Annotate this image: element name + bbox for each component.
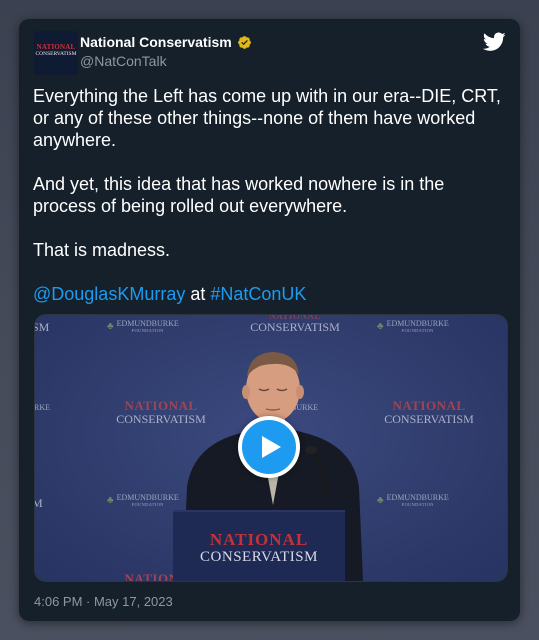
author-avatar[interactable]: NATIONAL CONSERVATISM <box>34 31 78 75</box>
tweet-timestamp[interactable]: 4:06 PM · May 17, 2023 <box>34 594 173 609</box>
podium-conservatism-text: CONSERVATISM <box>200 549 318 565</box>
play-button[interactable] <box>238 416 300 478</box>
video-player[interactable]: SM RKE M ♣ EDMUNDBURKEFOUNDATION ♣ EDMUN… <box>34 314 508 582</box>
podium: NATIONAL CONSERVATISM <box>173 510 345 581</box>
mention-link[interactable]: @DouglasKMurray <box>33 284 185 304</box>
backdrop-edge-text-3: M <box>35 495 43 512</box>
tweet-paragraph-1: Everything the Left has come up with in … <box>33 86 501 150</box>
backdrop-edge-text-1: SM <box>35 320 50 334</box>
tweet-links-line: @DouglasKMurray at #NatConUK <box>33 283 508 305</box>
twitter-bird-icon[interactable] <box>483 32 506 52</box>
tweet-card: NATIONAL CONSERVATISM National Conservat… <box>19 19 520 621</box>
tweet-paragraph-3: That is madness. <box>33 240 171 260</box>
verified-badge-icon <box>237 35 251 49</box>
play-icon <box>262 436 281 458</box>
natcon-wordmark: NATIONAL CONSERVATISM <box>384 398 474 426</box>
natcon-wordmark: NATIONAL CONSERVATISM <box>250 314 340 335</box>
tree-icon: ♣ <box>377 320 384 332</box>
tweet-paragraph-2: And yet, this idea that has worked nowhe… <box>33 174 445 216</box>
hashtag-link[interactable]: #NatConUK <box>210 284 306 304</box>
edmund-burke-logo: ♣ EDMUNDBURKE FOUNDATION <box>107 319 179 333</box>
tweet-text: Everything the Left has come up with in … <box>33 85 508 305</box>
backdrop-edge-text-2: RKE <box>34 403 50 412</box>
author-handle[interactable]: @NatConTalk <box>80 53 167 69</box>
edmund-burke-logo: ♣ EDMUNDBURKE FOUNDATION <box>377 319 449 333</box>
tree-icon: ♣ <box>107 320 114 332</box>
avatar-logo-bottom: CONSERVATISM <box>35 51 77 57</box>
podium-national-text: NATIONAL <box>209 530 309 549</box>
connector-text: at <box>185 284 211 304</box>
edmund-burke-logo: ♣ EDMUNDBURKE FOUNDATION <box>377 493 449 507</box>
author-name-row: National Conservatism <box>80 34 252 50</box>
avatar-logo-top: NATIONAL <box>36 43 76 51</box>
tree-icon: ♣ <box>107 494 114 506</box>
author-name[interactable]: National Conservatism <box>80 34 232 50</box>
